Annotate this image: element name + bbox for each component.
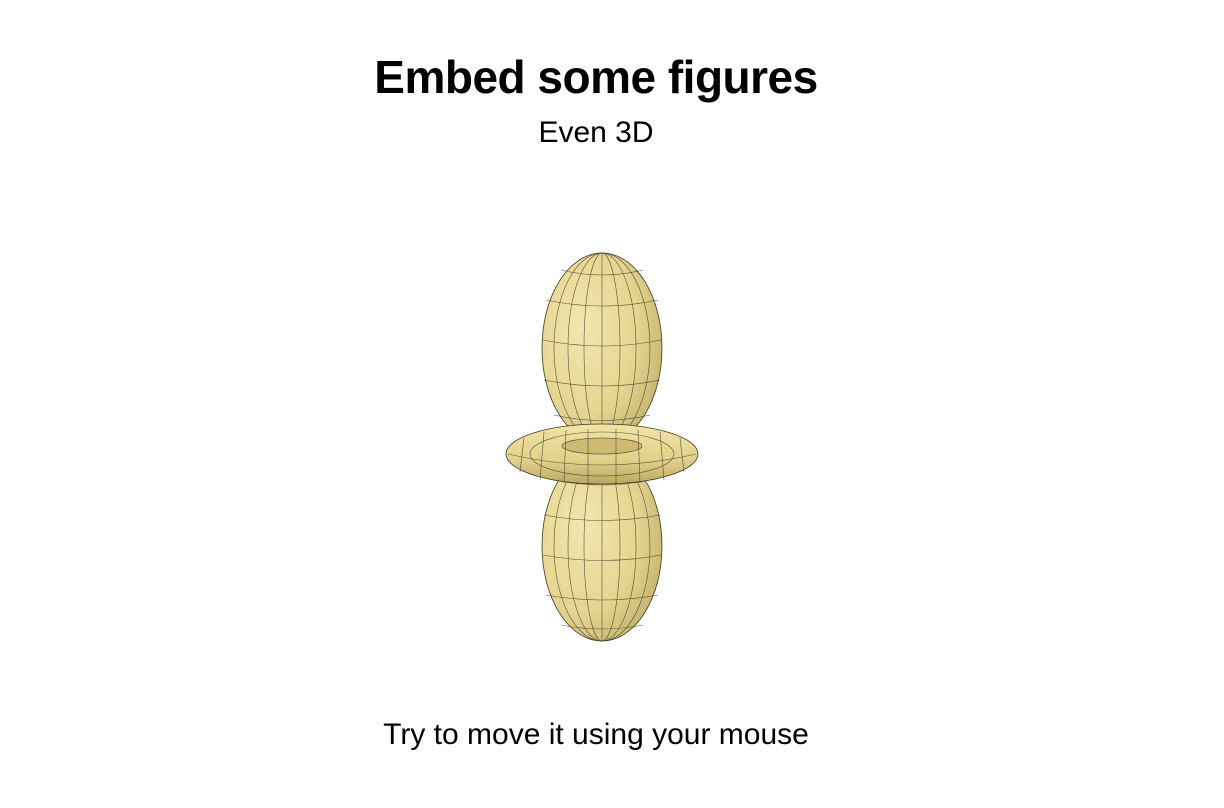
- slide-title: Embed some figures: [374, 51, 818, 103]
- slide-caption: Try to move it using your mouse: [383, 718, 809, 751]
- 3d-surface-plot[interactable]: [436, 240, 756, 660]
- slide-subtitle: Even 3D: [538, 116, 654, 149]
- 3d-figure-viewer[interactable]: [436, 240, 756, 660]
- slide: Embed some figures Even 3D Try to move i…: [0, 0, 1224, 808]
- torus-ring: [505, 423, 699, 485]
- upper-lobe: [541, 252, 663, 444]
